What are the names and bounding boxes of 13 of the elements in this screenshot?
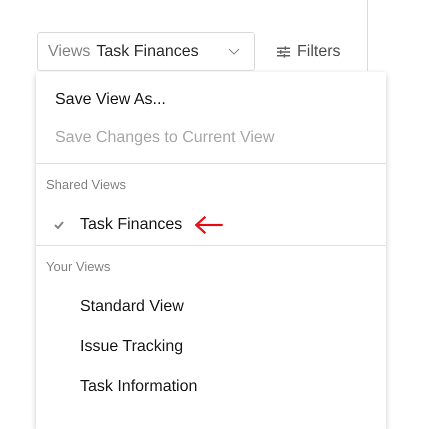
current-view: Task Finances [96,42,199,60]
views-dropdown[interactable]: Views Task Finances [37,32,255,71]
view-item[interactable]: Standard View [80,298,184,316]
sliders-icon [277,46,290,58]
menu-item[interactable]: Save View As... [36,81,386,119]
filters-button[interactable]: Filters [275,32,343,71]
view-item[interactable]: Task Finances [80,216,182,234]
view-item[interactable]: Issue Tracking [80,338,184,356]
views-label: Views [48,42,90,60]
section-heading: Your Views [45,258,112,276]
view-item[interactable]: Task Information [80,378,198,396]
chevron-down-icon [228,48,240,55]
section-heading: Shared Views [45,176,127,194]
